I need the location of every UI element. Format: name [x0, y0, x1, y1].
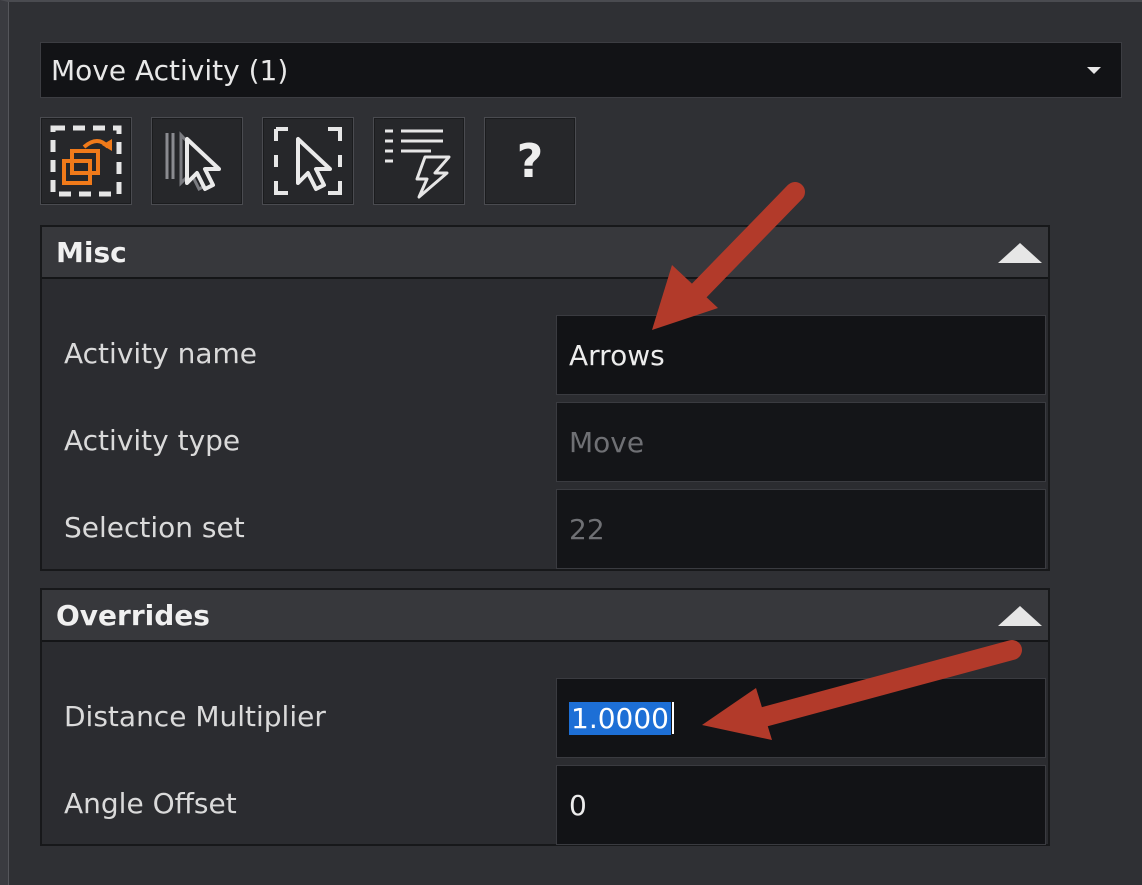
activity-name-input[interactable]: Arrows [556, 315, 1046, 395]
box-select-button[interactable] [262, 117, 354, 205]
multi-select-cursor-icon [157, 121, 237, 201]
help-icon: ? [516, 134, 544, 188]
collapse-up-icon[interactable] [998, 243, 1042, 263]
chevron-down-icon[interactable] [1087, 67, 1101, 74]
move-rotate-icon [46, 121, 126, 201]
multi-select-button[interactable] [151, 117, 243, 205]
property-label: Selection set [64, 511, 245, 544]
distance-multiplier-input[interactable]: 1.0000 [556, 678, 1046, 758]
property-label: Angle Offset [64, 787, 237, 820]
overrides-panel-title: Overrides [56, 598, 210, 632]
property-label: Distance Multiplier [64, 700, 326, 733]
trigger-list-icon [379, 121, 459, 201]
selected-text: 1.0000 [569, 701, 671, 735]
selection-set-field: 22 [556, 489, 1046, 569]
property-row-activity-type: Activity type Move [42, 402, 1048, 482]
property-row-activity-name: Activity name Arrows [42, 315, 1048, 395]
property-label: Activity type [64, 424, 241, 457]
misc-panel-title: Misc [56, 235, 127, 269]
help-button[interactable]: ? [484, 117, 576, 205]
overrides-panel: Overrides Distance Multiplier 1.0000 Ang… [40, 588, 1050, 846]
activity-dropdown[interactable]: Move Activity (1) [40, 42, 1122, 98]
text-cursor [671, 702, 674, 734]
collapse-up-icon[interactable] [998, 606, 1042, 626]
activity-dropdown-value: Move Activity (1) [51, 53, 289, 87]
misc-panel-header[interactable]: Misc [42, 227, 1048, 279]
activity-type-field: Move [556, 402, 1046, 482]
angle-offset-input[interactable]: 0 [556, 765, 1046, 845]
property-row-angle-offset: Angle Offset 0 [42, 765, 1048, 845]
move-rotate-button[interactable] [40, 117, 132, 205]
overrides-panel-header[interactable]: Overrides [42, 590, 1048, 642]
trigger-list-button[interactable] [373, 117, 465, 205]
property-row-distance-multiplier: Distance Multiplier 1.0000 [42, 678, 1048, 758]
property-label: Activity name [64, 337, 258, 370]
box-select-cursor-icon [268, 121, 348, 201]
misc-panel: Misc Activity name Arrows Activity type … [40, 225, 1050, 571]
property-row-selection-set: Selection set 22 [42, 489, 1048, 569]
